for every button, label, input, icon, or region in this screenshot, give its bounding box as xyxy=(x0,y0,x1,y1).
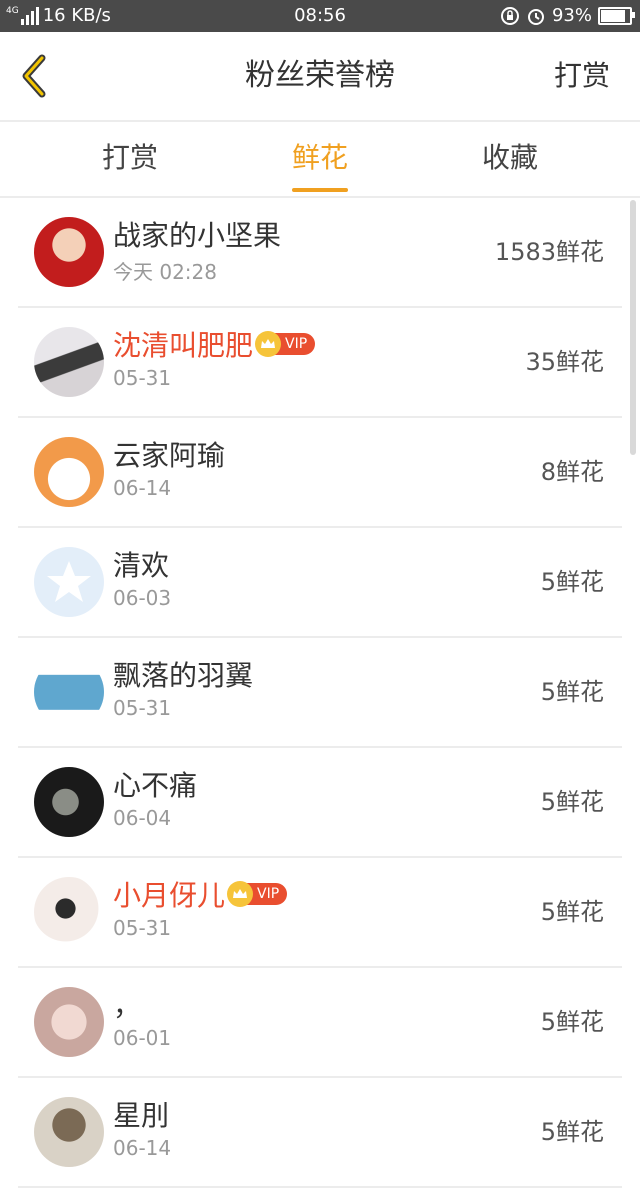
flower-count: 5鲜花 xyxy=(540,678,604,706)
tab-bar: 打赏 鲜花 收藏 xyxy=(0,122,640,198)
flower-count: 5鲜花 xyxy=(540,1008,604,1036)
gift-date: 05-31 xyxy=(113,696,172,720)
flower-count: 35鲜花 xyxy=(525,348,604,376)
star-icon xyxy=(47,561,91,602)
user-name: 战家的小坚果 xyxy=(113,219,282,252)
flower-count: 5鲜花 xyxy=(540,898,604,926)
header: 粉丝荣誉榜 打赏 xyxy=(0,32,640,122)
lock-rotation-icon xyxy=(500,7,519,25)
tab-favorites[interactable]: 收藏 xyxy=(430,122,590,196)
list-item[interactable]: 飘落的羽翼 05-31 5鲜花 xyxy=(18,638,622,748)
alarm-icon xyxy=(527,9,544,25)
flower-count: 8鲜花 xyxy=(540,458,604,486)
list-item[interactable]: ， 06-01 5鲜花 xyxy=(18,968,622,1078)
avatar xyxy=(34,987,104,1057)
user-name: 小月伢儿 VIP xyxy=(113,874,288,914)
tab-label: 收藏 xyxy=(481,141,538,174)
list-item[interactable]: 清欢 06-03 5鲜花 xyxy=(18,528,622,638)
avatar xyxy=(34,1097,104,1167)
user-name: 星刖 xyxy=(113,1099,170,1132)
avatar xyxy=(34,547,104,617)
avatar xyxy=(34,217,104,287)
tab-label: 打赏 xyxy=(101,141,158,174)
gift-date: 06-01 xyxy=(113,1026,172,1050)
avatar xyxy=(34,327,104,397)
gift-date: 05-31 xyxy=(113,366,172,390)
user-name: 云家阿瑜 xyxy=(113,439,226,472)
gift-date: 06-04 xyxy=(113,806,172,830)
vip-badge: VIP xyxy=(255,331,316,357)
avatar xyxy=(34,437,104,507)
list-item[interactable]: 战家的小坚果 今天 02:28 1583鲜花 xyxy=(18,198,622,308)
gift-date: 05-31 xyxy=(113,916,172,940)
crown-icon xyxy=(255,331,282,357)
user-name: 飘落的羽翼 xyxy=(113,659,254,692)
tab-flowers[interactable]: 鲜花 xyxy=(240,122,400,196)
scrollbar[interactable] xyxy=(630,200,636,455)
battery-icon xyxy=(598,7,635,25)
crown-icon xyxy=(227,881,254,907)
flower-count: 5鲜花 xyxy=(540,1118,604,1146)
list-item[interactable]: 小月伢儿 VIP 05-31 5鲜花 xyxy=(18,858,622,968)
avatar xyxy=(34,877,104,947)
user-name-text: 小月伢儿 xyxy=(113,879,226,912)
list-item[interactable]: 心不痛 06-04 5鲜花 xyxy=(18,748,622,858)
avatar xyxy=(34,657,104,727)
gift-date: 06-14 xyxy=(113,1136,172,1160)
user-name-text: 沈清叫肥肥 xyxy=(113,329,254,362)
user-name: 心不痛 xyxy=(113,769,198,802)
flower-count: 5鲜花 xyxy=(540,568,604,596)
tab-tip[interactable]: 打赏 xyxy=(50,122,210,196)
page-title: 粉丝荣誉榜 xyxy=(245,58,395,93)
tip-button[interactable]: 打赏 xyxy=(554,32,610,120)
flower-count: 5鲜花 xyxy=(540,788,604,816)
vip-label: VIP xyxy=(285,336,308,352)
gift-date: 今天 02:28 xyxy=(113,260,217,284)
battery-percent: 93% xyxy=(551,5,592,26)
tab-label: 鲜花 xyxy=(291,141,348,174)
list-item[interactable]: 星刖 06-14 5鲜花 xyxy=(18,1078,622,1188)
vip-label: VIP xyxy=(257,886,280,902)
list-item[interactable]: 沈清叫肥肥 VIP 05-31 35鲜花 xyxy=(18,308,622,418)
user-name: 清欢 xyxy=(113,549,170,582)
status-right: 93% xyxy=(500,0,635,32)
gift-date: 06-14 xyxy=(113,476,172,500)
fan-ranking-list: 战家的小坚果 今天 02:28 1583鲜花 沈清叫肥肥 VIP 05-31 3… xyxy=(0,198,640,1188)
flower-count: 1583鲜花 xyxy=(494,238,604,266)
user-name: ， xyxy=(113,989,142,1022)
vip-badge: VIP xyxy=(227,881,288,907)
list-item[interactable]: 云家阿瑜 06-14 8鲜花 xyxy=(18,418,622,528)
avatar xyxy=(34,767,104,837)
gift-date: 06-03 xyxy=(113,586,172,610)
status-bar: 4G 16 KB/s 08:56 93% xyxy=(0,0,640,32)
active-tab-indicator xyxy=(292,188,348,192)
user-name: 沈清叫肥肥 VIP xyxy=(113,324,316,364)
